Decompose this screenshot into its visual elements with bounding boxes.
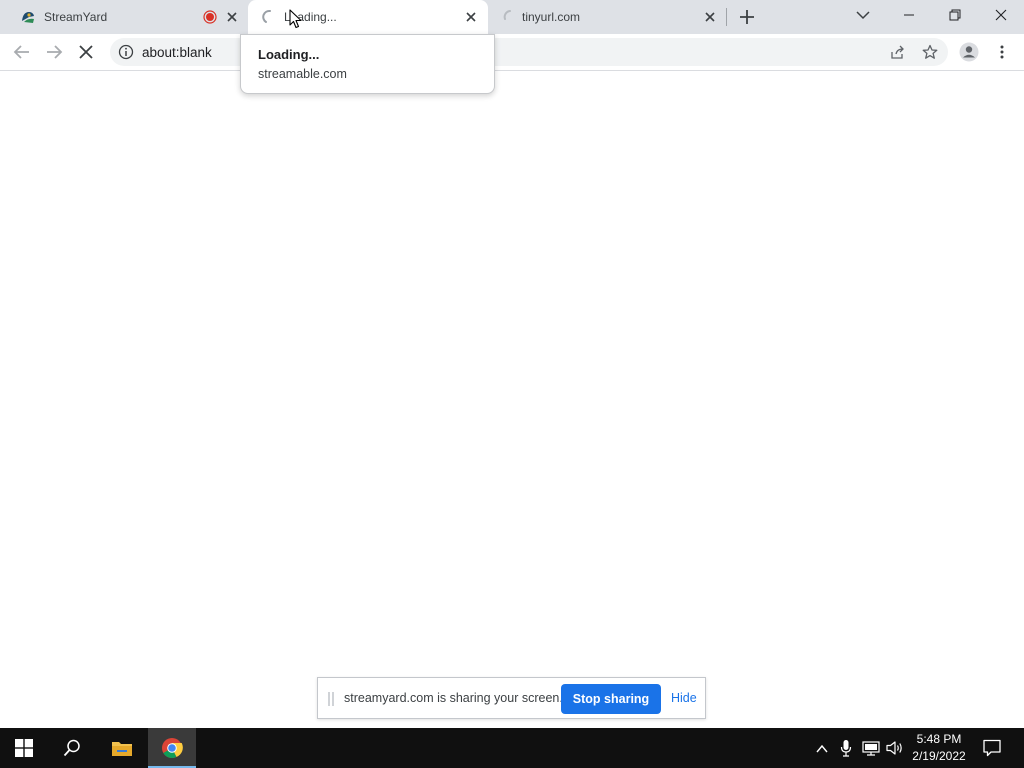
- recording-indicator-icon: [203, 10, 217, 24]
- menu-kebab-icon[interactable]: [988, 38, 1016, 66]
- address-bar[interactable]: about:blank: [110, 38, 948, 66]
- minimize-icon[interactable]: [886, 0, 932, 30]
- microphone-icon[interactable]: [840, 739, 852, 757]
- tab-close-icon[interactable]: [702, 9, 718, 25]
- screen-share-bar: streamyard.com is sharing your screen. S…: [317, 677, 706, 719]
- share-message: streamyard.com is sharing your screen.: [344, 691, 563, 705]
- file-explorer-icon[interactable]: [98, 728, 146, 768]
- tray-chevron-up-icon[interactable]: [815, 742, 829, 754]
- mouse-cursor-icon: [289, 9, 303, 30]
- search-icon[interactable]: [48, 728, 96, 768]
- start-windows-icon[interactable]: [0, 728, 48, 768]
- loading-spinner-icon: [262, 9, 278, 25]
- hide-button[interactable]: Hide: [671, 691, 697, 705]
- browser-toolbar: about:blank: [0, 34, 1024, 71]
- site-info-icon[interactable]: [118, 44, 134, 60]
- tab-hover-card: Loading... streamable.com: [240, 34, 495, 94]
- tab-loading[interactable]: Loading...: [248, 0, 488, 34]
- forward-arrow-icon[interactable]: [40, 38, 68, 66]
- stop-sharing-button[interactable]: Stop sharing: [561, 684, 661, 714]
- tab-streamyard[interactable]: StreamYard: [8, 0, 248, 34]
- loading-spinner-icon: [502, 9, 518, 25]
- clock-date: 2/19/2022: [912, 749, 966, 763]
- tab-tinyurl[interactable]: tinyurl.com: [488, 0, 726, 34]
- hover-card-title: Loading...: [258, 47, 320, 62]
- network-icon[interactable]: [862, 740, 880, 756]
- tab-search-chevron-icon[interactable]: [854, 8, 872, 22]
- tab-separator: [726, 8, 727, 26]
- restore-icon[interactable]: [932, 0, 978, 30]
- tab-title: tinyurl.com: [522, 10, 581, 24]
- profile-avatar-icon[interactable]: [955, 38, 983, 66]
- bookmark-star-icon[interactable]: [920, 42, 940, 62]
- tab-strip: StreamYard Loading... tinyurl.com: [0, 0, 1024, 34]
- drag-handle-icon[interactable]: [328, 692, 334, 706]
- streamyard-favicon-icon: [20, 9, 36, 25]
- close-window-icon[interactable]: [978, 0, 1024, 30]
- taskbar-clock[interactable]: 5:48 PM 2/19/2022: [905, 731, 973, 765]
- new-tab-plus-icon[interactable]: [738, 8, 756, 26]
- windows-taskbar: 5:48 PM 2/19/2022: [0, 728, 1024, 768]
- notifications-icon[interactable]: [982, 739, 1002, 757]
- clock-time: 5:48 PM: [916, 732, 962, 746]
- volume-icon[interactable]: [886, 740, 904, 756]
- chrome-taskbar-icon[interactable]: [148, 728, 196, 768]
- tab-close-icon[interactable]: [463, 9, 479, 25]
- share-icon[interactable]: [888, 42, 908, 62]
- hover-card-domain: streamable.com: [258, 67, 347, 81]
- stop-loading-icon[interactable]: [72, 38, 100, 66]
- tab-close-icon[interactable]: [224, 9, 240, 25]
- tab-title: StreamYard: [44, 10, 108, 24]
- back-arrow-icon[interactable]: [8, 38, 36, 66]
- url-text[interactable]: about:blank: [142, 45, 212, 60]
